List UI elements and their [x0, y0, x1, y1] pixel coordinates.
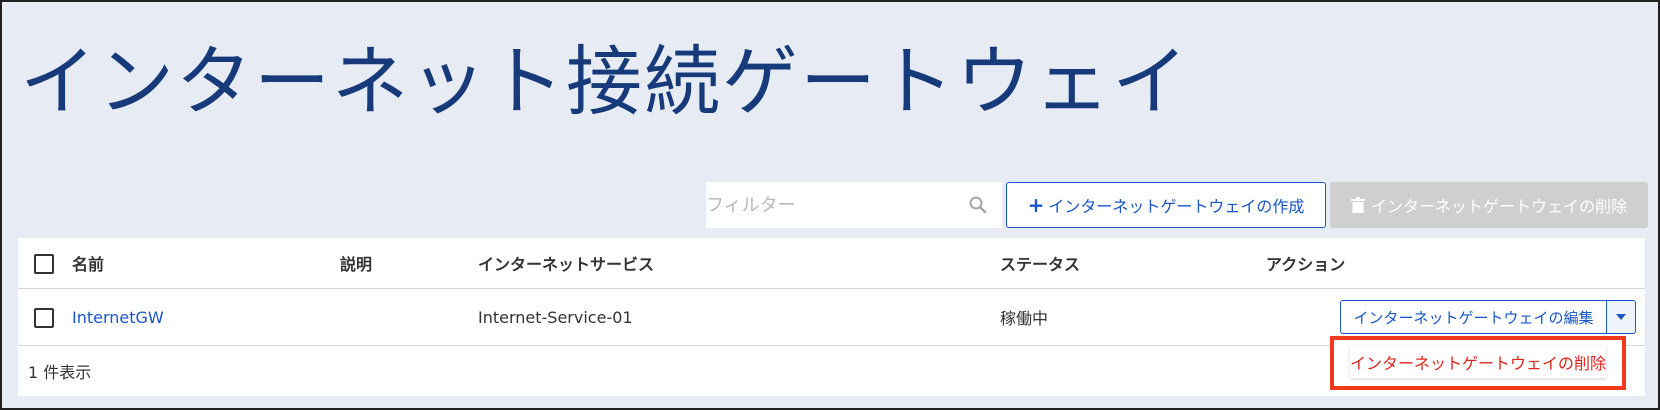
toolbar: + インターネットゲートウェイの作成 インターネットゲートウェイの削除: [706, 182, 1648, 228]
header-action: アクション: [1266, 255, 1346, 274]
header-description[interactable]: 説明: [340, 238, 372, 288]
gateway-status: 稼働中: [1000, 309, 1049, 328]
plus-icon: +: [1027, 193, 1045, 217]
row-checkbox[interactable]: [34, 308, 54, 328]
header-internet-service[interactable]: インターネットサービス: [478, 238, 654, 288]
action-split-button: インターネットゲートウェイの編集: [1340, 300, 1636, 334]
filter-input[interactable]: [706, 182, 1002, 228]
filter-box: [706, 182, 1002, 228]
action-dropdown-toggle[interactable]: [1606, 300, 1636, 334]
select-all-checkbox[interactable]: [34, 254, 54, 274]
search-icon[interactable]: [968, 195, 988, 215]
row-count: 1 件表示: [28, 363, 92, 382]
dropdown-delete-gateway[interactable]: インターネットゲートウェイの削除: [1350, 346, 1606, 378]
page-title: インターネット接続ゲートウェイ: [20, 37, 1190, 126]
header-name[interactable]: 名前: [72, 238, 104, 288]
delete-gateway-button[interactable]: インターネットゲートウェイの削除: [1330, 182, 1648, 228]
table-header-row: 名前 説明 インターネットサービス ステータス アクション: [18, 238, 1645, 289]
gateway-internet-service: Internet-Service-01: [478, 307, 633, 327]
trash-icon: [1350, 197, 1365, 213]
caret-down-icon: [1616, 314, 1626, 320]
edit-gateway-button[interactable]: インターネットゲートウェイの編集: [1340, 300, 1606, 334]
action-dropdown-menu: インターネットゲートウェイの削除: [1330, 336, 1626, 390]
create-gateway-label: インターネットゲートウェイの作成: [1048, 197, 1305, 216]
header-status[interactable]: ステータス: [1000, 238, 1080, 288]
create-gateway-button[interactable]: + インターネットゲートウェイの作成: [1006, 182, 1326, 228]
delete-gateway-label: インターネットゲートウェイの削除: [1370, 197, 1627, 216]
gateway-name-link[interactable]: InternetGW: [72, 289, 164, 345]
